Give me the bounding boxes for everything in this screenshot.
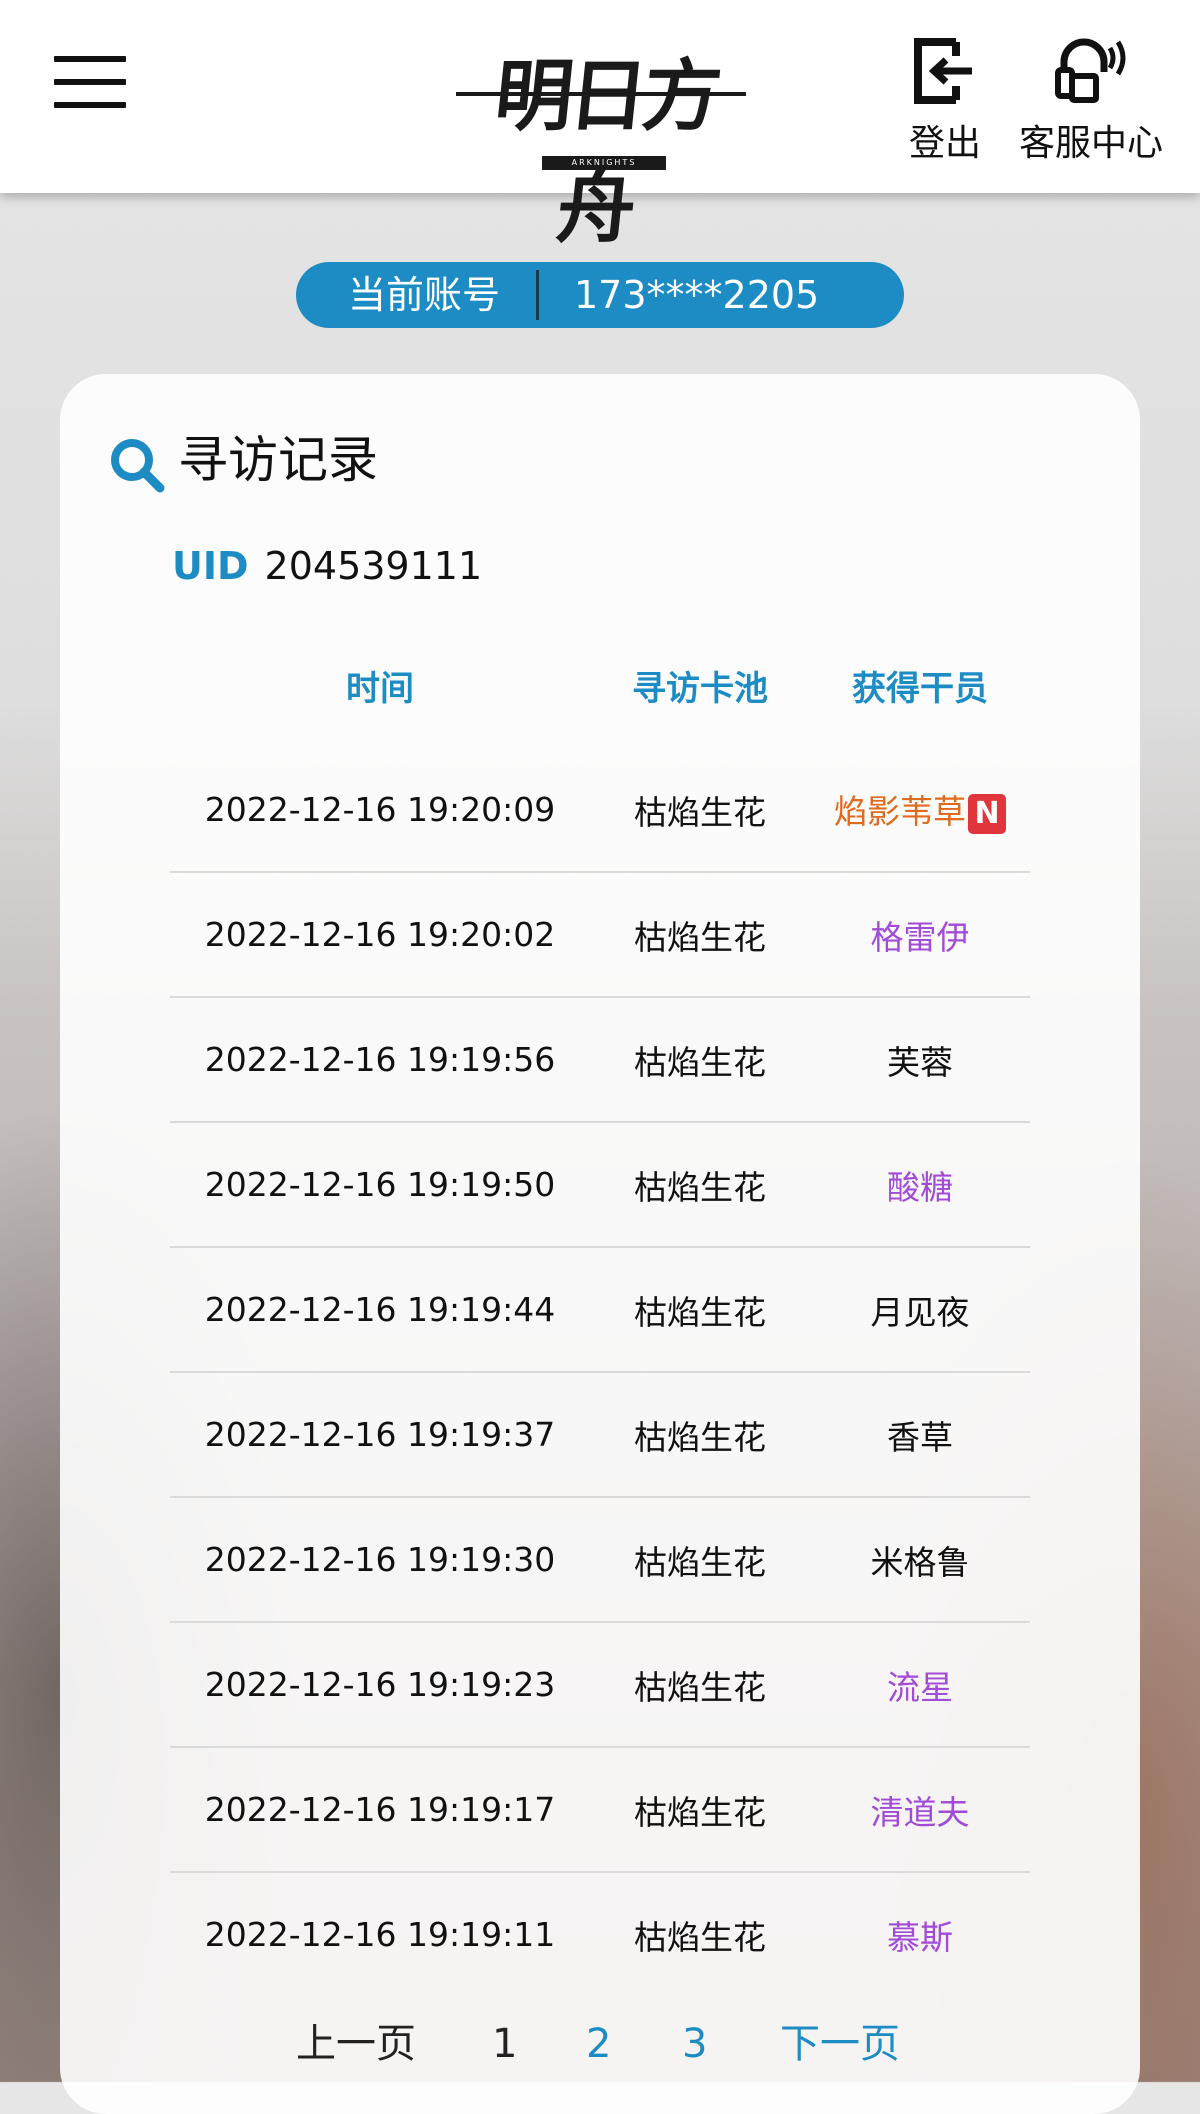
row-pool: 枯焰生花 [590,997,810,1123]
row-operator: 月见夜 [870,1292,970,1332]
row-time: 2022-12-16 19:19:50 [170,1122,590,1248]
table-row: 2022-12-16 19:20:09 枯焰生花 焰影苇草 N [170,748,1030,873]
row-pool: 枯焰生花 [590,1122,810,1248]
current-account-badge: 当前账号 173****2205 [296,262,904,328]
row-pool: 枯焰生花 [590,1247,810,1373]
row-pool: 枯焰生花 [590,1747,810,1873]
table-row: 2022-12-16 19:20:02 枯焰生花 格雷伊 [170,872,1030,998]
account-divider [536,270,539,320]
table-row: 2022-12-16 19:19:23 枯焰生花 流星 [170,1622,1030,1748]
row-operator: 清道夫 [870,1792,970,1832]
table-row: 2022-12-16 19:19:50 枯焰生花 酸糖 [170,1122,1030,1248]
top-header: 明日方舟 ARKNIGHTS 登出 客服中心 [0,0,1200,254]
row-time: 2022-12-16 19:19:30 [170,1497,590,1623]
uid-value: 204539111 [264,544,483,588]
hamburger-menu-icon[interactable] [54,56,126,108]
card-title: 寻访记录 [178,431,378,489]
row-pool: 枯焰生花 [590,872,810,998]
uid-row: UID 204539111 [172,544,482,588]
row-operator-cell: 米格鲁 [810,1497,1030,1623]
row-time: 2022-12-16 19:20:09 [170,748,590,873]
row-time: 2022-12-16 19:19:56 [170,997,590,1123]
logo-subtitle: ARKNIGHTS [542,156,666,170]
column-header-operator: 获得干员 [852,668,988,709]
row-time: 2022-12-16 19:19:37 [170,1372,590,1498]
pagination: 上一页 1 2 3 下一页 [60,2014,1140,2074]
column-header-time: 时间 [346,668,414,709]
row-operator: 焰影苇草 [834,792,966,832]
table-row: 2022-12-16 19:19:56 枯焰生花 芙蓉 [170,997,1030,1123]
customer-service-button[interactable]: 客服中心 [1012,36,1170,166]
row-pool: 枯焰生花 [590,1622,810,1748]
page-3-button[interactable]: 3 [682,2014,707,2074]
row-operator-cell: 香草 [810,1372,1030,1498]
row-time: 2022-12-16 19:19:17 [170,1747,590,1873]
row-operator-cell: 慕斯 [810,1872,1030,1996]
headset-icon [1055,38,1126,103]
row-time: 2022-12-16 19:20:02 [170,872,590,998]
prev-page-button[interactable]: 上一页 [296,2014,416,2074]
current-account-label: 当前账号 [348,273,501,317]
search-icon [111,439,165,493]
row-operator: 芙蓉 [887,1042,953,1082]
row-operator-cell: 月见夜 [810,1247,1030,1373]
uid-label: UID [172,544,249,588]
row-operator: 流星 [887,1667,953,1707]
gacha-record-table: 时间 寻访卡池 获得干员 2022-12-16 19:20:09 枯焰生花 焰影苇草… [170,622,1030,1996]
table-row: 2022-12-16 19:19:37 枯焰生花 香草 [170,1372,1030,1498]
logo-text: 明日方舟 [490,51,722,254]
new-badge: N [968,793,1006,834]
row-operator: 米格鲁 [870,1542,970,1582]
row-operator: 格雷伊 [870,917,970,957]
table-row: 2022-12-16 19:19:11 枯焰生花 慕斯 [170,1872,1030,1996]
page-2-button[interactable]: 2 [586,2014,611,2074]
current-account-value: 173****2205 [574,273,820,317]
row-operator: 慕斯 [887,1917,953,1957]
gacha-record-card: 寻访记录 UID 204539111 时间 寻访卡池 获得干员 2022-12-1… [60,374,1140,2114]
row-operator-cell: 酸糖 [810,1122,1030,1248]
row-operator-cell: 流星 [810,1622,1030,1748]
row-pool: 枯焰生花 [590,1497,810,1623]
table-row: 2022-12-16 19:19:17 枯焰生花 清道夫 [170,1747,1030,1873]
row-operator-cell: 焰影苇草 N [810,748,1030,873]
logout-label: 登出 [908,123,981,164]
row-operator: 香草 [887,1417,953,1457]
logout-button[interactable]: 登出 [902,36,988,166]
row-time: 2022-12-16 19:19:44 [170,1247,590,1373]
row-time: 2022-12-16 19:19:23 [170,1622,590,1748]
logo-stroke [456,92,746,96]
row-pool: 枯焰生花 [590,1372,810,1498]
logout-icon [914,38,972,104]
row-pool: 枯焰生花 [590,748,810,873]
row-operator: 酸糖 [887,1167,953,1207]
row-time: 2022-12-16 19:19:11 [204,1915,556,1954]
arknights-logo[interactable]: 明日方舟 ARKNIGHTS [456,34,746,254]
row-operator-cell: 格雷伊 [810,872,1030,998]
customer-service-label: 客服中心 [1018,123,1163,164]
row-operator-cell: 芙蓉 [810,997,1030,1123]
next-page-button[interactable]: 下一页 [780,2014,900,2074]
column-header-pool: 寻访卡池 [632,668,768,709]
table-header-row: 时间 寻访卡池 获得干员 [170,622,1030,748]
row-pool: 枯焰生花 [634,1917,766,1957]
page-1-button[interactable]: 1 [492,2014,517,2074]
table-row: 2022-12-16 19:19:30 枯焰生花 米格鲁 [170,1497,1030,1623]
table-row: 2022-12-16 19:19:44 枯焰生花 月见夜 [170,1247,1030,1373]
row-operator-cell: 清道夫 [810,1747,1030,1873]
